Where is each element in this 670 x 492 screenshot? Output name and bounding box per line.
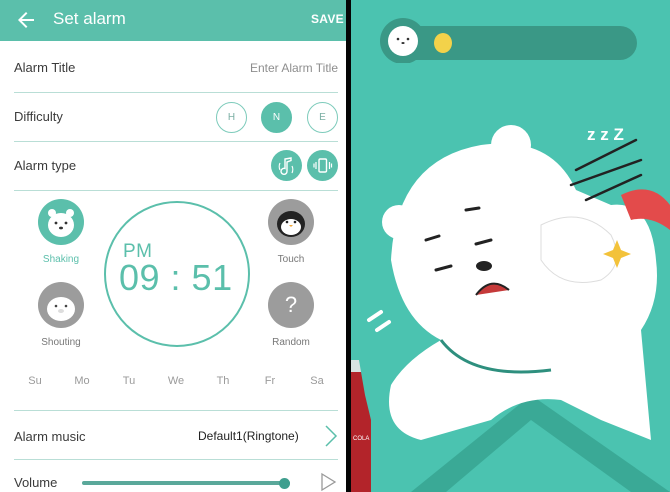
- polar-bear-face-icon: [388, 26, 418, 56]
- time-picker-dial[interactable]: PM 09 : 51: [104, 201, 250, 347]
- shaking-label: Shaking: [42, 254, 80, 265]
- alarm-music-row[interactable]: Alarm music Default1(Ringtone): [14, 410, 338, 460]
- seal-icon: [47, 297, 75, 321]
- day-wednesday[interactable]: We: [164, 375, 188, 387]
- phone-vibrate-button[interactable]: [307, 150, 338, 181]
- difficulty-normal-button[interactable]: N: [261, 102, 292, 133]
- volume-slider[interactable]: [82, 477, 290, 489]
- phone-vibrate-icon: [313, 158, 333, 173]
- alarm-music-label: Alarm music: [14, 429, 86, 444]
- shouting-character-button[interactable]: [38, 282, 84, 328]
- chevron-right-icon[interactable]: [324, 424, 338, 448]
- day-sunday[interactable]: Su: [23, 375, 47, 387]
- app-bar: Set alarm SAVE: [0, 0, 346, 41]
- sound-vibrate-icon: [278, 157, 294, 175]
- weekday-selector: Su Mo Tu We Th Fr Sa: [14, 375, 338, 391]
- day-saturday[interactable]: Sa: [305, 375, 329, 387]
- alarm-time: 09 : 51: [119, 257, 233, 298]
- day-thursday[interactable]: Th: [211, 375, 235, 387]
- volume-row: Volume: [14, 461, 338, 492]
- progress-indicator: [434, 33, 452, 53]
- save-button[interactable]: SAVE: [311, 12, 344, 26]
- alarm-title-input[interactable]: Enter Alarm Title: [250, 61, 338, 75]
- page-title: Set alarm: [53, 9, 126, 28]
- difficulty-row: Difficulty H N E: [14, 93, 338, 142]
- volume-label: Volume: [14, 475, 58, 490]
- question-mark-icon: ?: [284, 292, 298, 317]
- cola-bottle: COLA: [351, 360, 371, 492]
- volume-slider-handle[interactable]: [279, 477, 290, 489]
- shouting-label: Shouting: [41, 337, 81, 348]
- shaking-character-button[interactable]: [38, 199, 84, 245]
- sound-vibrate-button[interactable]: [271, 150, 302, 181]
- alarm-type-label: Alarm type: [14, 158, 77, 173]
- difficulty-label: Difficulty: [14, 109, 63, 124]
- arrow-left-icon[interactable]: [14, 8, 38, 32]
- difficulty-hard-button[interactable]: H: [216, 102, 247, 133]
- alarm-title-row: Alarm Title Enter Alarm Title: [14, 44, 338, 93]
- alarm-settings-screen: Set alarm SAVE Alarm Title Enter Alarm T…: [0, 0, 346, 492]
- zzz-text: z z Z: [587, 125, 624, 144]
- random-character-button[interactable]: ?: [268, 282, 314, 328]
- touch-label: Touch: [277, 254, 305, 265]
- penguin-icon: [277, 211, 305, 237]
- polar-bear-icon: [48, 209, 74, 237]
- cola-text: COLA: [353, 436, 369, 442]
- day-monday[interactable]: Mo: [70, 375, 94, 387]
- game-preview-screen: COLA z z Z: [351, 0, 670, 492]
- touch-character-button[interactable]: [268, 199, 314, 245]
- random-label: Random: [272, 337, 310, 348]
- game-progress-bar: [379, 17, 637, 64]
- difficulty-easy-button[interactable]: E: [307, 102, 338, 133]
- day-friday[interactable]: Fr: [258, 375, 282, 387]
- day-tuesday[interactable]: Tu: [117, 375, 141, 387]
- play-preview-icon[interactable]: [318, 472, 338, 492]
- alarm-title-label: Alarm Title: [14, 60, 76, 75]
- alarm-music-value: Default1(Ringtone): [198, 429, 299, 443]
- alarm-type-row: Alarm type: [14, 142, 338, 191]
- sleeping-bear-illustration: COLA z z Z: [351, 125, 670, 492]
